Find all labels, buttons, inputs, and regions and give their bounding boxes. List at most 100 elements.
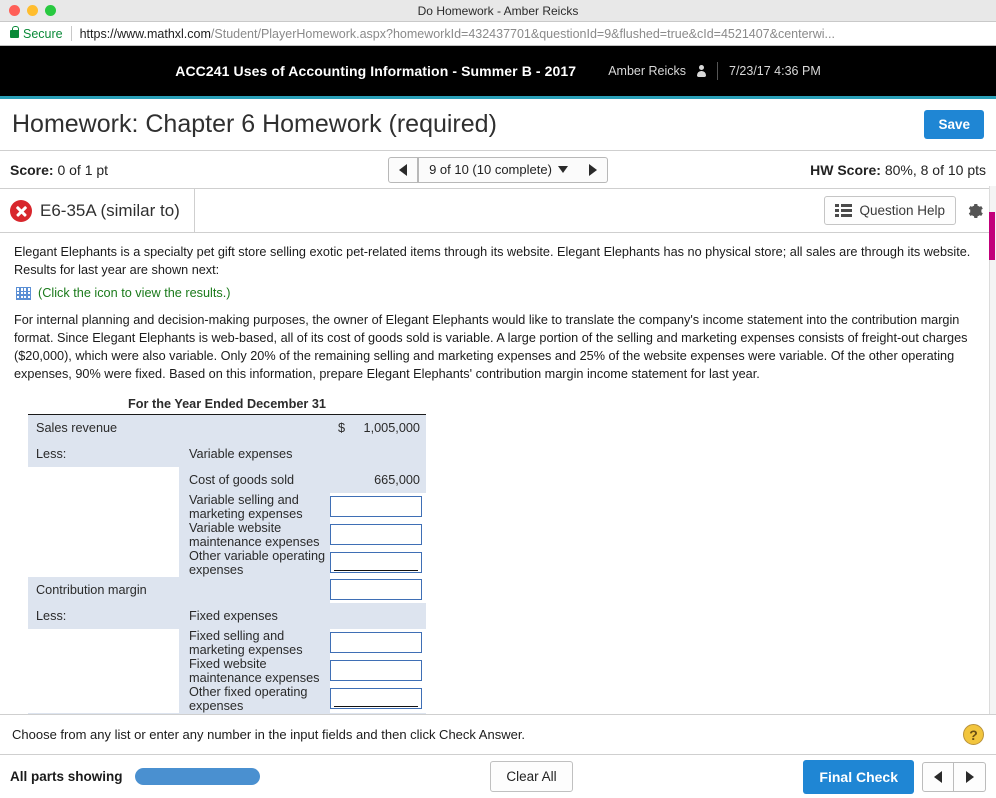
statement-row-value-cell[interactable] (330, 548, 426, 577)
previous-question-button[interactable] (388, 156, 418, 183)
statement-row: Variable selling and marketing expenses (28, 492, 426, 521)
footer: Choose from any list or enter any number… (0, 714, 996, 798)
answer-input[interactable] (330, 632, 422, 654)
question-mark-icon[interactable]: ? (963, 724, 984, 745)
statement-row-value-cell: 665,000 (330, 466, 426, 493)
answer-input[interactable] (330, 688, 422, 710)
statement-row-label: Variable website maintenance expenses (179, 520, 330, 549)
table-grid-icon[interactable] (16, 286, 31, 300)
statement-row-value-cell (330, 602, 426, 629)
answer-input[interactable] (330, 524, 422, 546)
results-link-row[interactable]: (Click the icon to view the results.) (16, 286, 982, 300)
statement-row-label: Variable expenses (179, 440, 330, 467)
instruction-text: Choose from any list or enter any number… (12, 727, 526, 742)
statement-row: Less: Fixed expenses (28, 602, 426, 629)
statement-row-value: 665,000 (374, 472, 420, 487)
secure-label: Secure (23, 26, 63, 41)
question-tab[interactable]: E6-35A (similar to) (0, 189, 195, 232)
statement-table-body: Sales revenue $1,005,000 Less: Variable exp… (28, 414, 426, 739)
statement-row: Other fixed operating expenses (28, 684, 426, 713)
url-path: /Student/PlayerHomework.aspx?homeworkId=… (210, 26, 835, 41)
person-icon[interactable] (697, 64, 706, 78)
statement-row-value-cell: $1,005,000 (330, 414, 426, 441)
statement-row: Less: Variable expenses (28, 440, 426, 467)
chevron-down-icon (557, 166, 568, 173)
statement-row-less: Less: (28, 602, 179, 629)
user-name[interactable]: Amber Reicks (608, 64, 686, 78)
answer-input[interactable] (330, 660, 422, 682)
statement-row-label: Other variable operating expenses (179, 548, 330, 577)
problem-content: Elegant Elephants is a specialty pet gif… (0, 233, 996, 739)
footer-next-button[interactable] (954, 761, 987, 792)
statement-row: Cost of goods sold 665,000 (28, 466, 426, 493)
statement-row-label: Other fixed operating expenses (179, 684, 330, 713)
browser-urlbar[interactable]: Secure https://www.mathxl.com/Student/Pl… (0, 22, 996, 46)
statement-row-less (28, 684, 179, 713)
urlbar-divider (70, 26, 72, 41)
footer-navigator[interactable] (922, 761, 987, 792)
banner-datetime: 7/23/17 4:36 PM (729, 64, 821, 78)
statement-row-value-cell[interactable] (330, 576, 426, 603)
next-question-button[interactable] (578, 156, 608, 183)
contribution-margin-statement: For the Year Ended December 31 Sales rev… (28, 397, 426, 739)
statement-row-value-cell[interactable] (330, 492, 426, 521)
triangle-right-icon (965, 770, 974, 783)
statement-row-value: 1,005,000 (363, 420, 420, 435)
incorrect-x-icon (10, 199, 32, 222)
statement-row-less (28, 466, 179, 493)
triangle-right-icon (588, 163, 597, 176)
question-score: Score: 0 of 1 pt (10, 162, 388, 178)
question-help-label: Question Help (859, 203, 945, 218)
statement-row-less (28, 520, 179, 549)
statement-row-value-cell[interactable] (330, 628, 426, 657)
statement-row-label: Variable selling and marketing expenses (179, 492, 330, 521)
homework-score: HW Score: 80%, 8 of 10 pts (608, 162, 986, 178)
results-link-label[interactable]: (Click the icon to view the results.) (38, 286, 231, 300)
answer-input[interactable] (330, 552, 422, 574)
score-label: Score: (10, 161, 54, 178)
problem-paragraph-2: For internal planning and decision-makin… (14, 313, 968, 382)
question-help-button[interactable]: Question Help (824, 196, 956, 225)
lock-icon (10, 25, 19, 38)
statement-row: Fixed website maintenance expenses (28, 656, 426, 685)
banner-divider (717, 62, 718, 80)
footer-previous-button[interactable] (922, 761, 955, 792)
gear-icon[interactable] (966, 202, 984, 220)
answer-input[interactable] (330, 496, 422, 518)
url-origin: https://www.mathxl.com (79, 26, 211, 41)
final-check-button[interactable]: Final Check (803, 759, 915, 794)
statement-row-label: Fixed website maintenance expenses (179, 656, 330, 685)
homework-title-bar: Homework: Chapter 6 Homework (required) … (0, 99, 996, 151)
answer-input[interactable] (330, 579, 422, 601)
statement-row: Other variable operating expenses (28, 548, 426, 577)
statement-row-less (28, 548, 179, 577)
statement-row-less (28, 656, 179, 685)
course-title: ACC241 Uses of Accounting Information - … (175, 63, 577, 79)
question-navigator[interactable]: 9 of 10 (10 complete) (388, 156, 608, 183)
dollar-sign: $ (338, 420, 346, 435)
statement-row-label: Fixed expenses (179, 602, 330, 629)
list-icon (835, 204, 853, 217)
problem-paragraph-1: Elegant Elephants is a specialty pet gif… (14, 245, 971, 278)
statement-row-value-cell[interactable] (330, 520, 426, 549)
statement-row-value-cell (330, 440, 426, 467)
statement-row-less (28, 492, 179, 521)
footer-hint-row: Choose from any list or enter any number… (0, 714, 996, 754)
score-value: 0 of 1 pt (57, 161, 109, 178)
statement-row-label: Sales revenue (28, 414, 330, 441)
statement-table: Sales revenue $1,005,000 Less: Variable exp… (28, 414, 426, 739)
page-scrollbar[interactable] (989, 186, 996, 798)
question-selector[interactable]: 9 of 10 (10 complete) (418, 156, 578, 183)
question-selector-label: 9 of 10 (10 complete) (429, 162, 552, 177)
save-button[interactable]: Save (924, 110, 984, 139)
course-banner: ACC241 Uses of Accounting Information - … (0, 46, 996, 96)
statement-row-value-cell[interactable] (330, 684, 426, 713)
clear-all-button[interactable]: Clear All (490, 761, 573, 792)
statement-row-label: Contribution margin (28, 576, 330, 603)
triangle-left-icon (399, 163, 407, 176)
scrollbar-thumb[interactable] (989, 212, 995, 260)
statement-row-value-cell[interactable] (330, 656, 426, 685)
score-bar: Score: 0 of 1 pt 9 of 10 (10 complete) H… (0, 151, 996, 189)
hw-score-label: HW Score: (810, 161, 881, 178)
banner-user-area: Amber Reicks 7/23/17 4:36 PM (608, 62, 821, 80)
